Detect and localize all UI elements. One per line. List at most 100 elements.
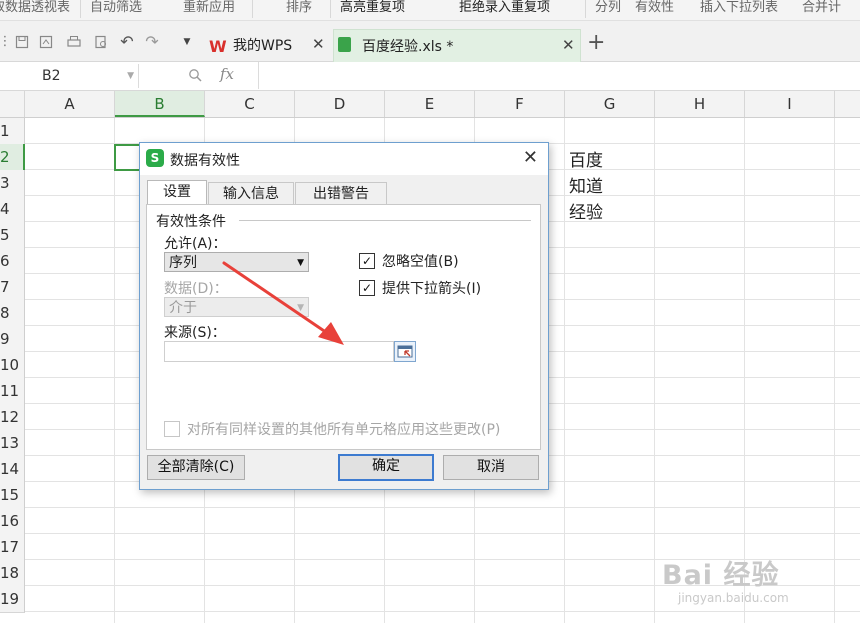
row-header-11[interactable]: 11 (0, 378, 25, 405)
close-icon[interactable]: ✕ (312, 35, 325, 53)
chevron-down-icon[interactable]: ▼ (180, 35, 194, 49)
chevron-down-icon: ▼ (297, 303, 304, 313)
row-header-12[interactable]: 12 (0, 404, 25, 431)
column-header-row: A B C D E F G H I (0, 91, 860, 118)
group-divider (239, 220, 531, 221)
row-header-3[interactable]: 3 (0, 170, 25, 197)
settings-panel: 有效性条件 允许(A)： 序列 ▼ 数据(D)： 介于 ▼ 来源(S)： ✓ 忽… (146, 204, 541, 450)
ignore-blank-label: 忽略空值(B) (382, 254, 459, 270)
row-header-15[interactable]: 15 (0, 482, 25, 509)
row-header-2[interactable]: 2 (0, 144, 25, 171)
row-header-18[interactable]: 18 (0, 560, 25, 587)
column-header-h[interactable]: H (655, 91, 745, 117)
ribbon-divider (330, 0, 331, 18)
ribbon-reapply[interactable]: 重新应用 (183, 0, 235, 15)
row-header-19[interactable]: 19 (0, 586, 25, 613)
row-header-6[interactable]: 6 (0, 248, 25, 275)
ribbon-sort[interactable]: 排序 (286, 0, 312, 15)
grid-line (654, 118, 655, 623)
row-header-1[interactable]: 1 (0, 118, 25, 145)
row-header-4[interactable]: 4 (0, 196, 25, 223)
tab-settings[interactable]: 设置 (147, 180, 207, 206)
ribbon-highlight-duplicates[interactable]: 高亮重复项 (340, 0, 405, 15)
row-header-9[interactable]: 9 (0, 326, 25, 353)
grid-line (744, 118, 745, 623)
row-header-7[interactable]: 7 (0, 274, 25, 301)
tab-baidu-xls[interactable]: 百度经验.xls * ✕ (333, 29, 581, 62)
close-icon[interactable]: ✕ (523, 147, 538, 168)
formula-input[interactable] (258, 62, 860, 89)
tab-error-alert[interactable]: 出错警告 (295, 182, 387, 205)
tab-label: 我的WPS (233, 38, 293, 54)
data-label: 数据(D)： (164, 281, 228, 297)
wps-logo-icon: W (209, 37, 227, 56)
save-icon[interactable] (15, 35, 29, 49)
menu-icon[interactable]: ⋮ (0, 35, 12, 49)
new-tab-icon[interactable]: + (587, 30, 605, 55)
ribbon-validation[interactable]: 有效性 (635, 0, 674, 15)
select-all-corner[interactable] (0, 91, 25, 117)
ribbon-divider (80, 0, 81, 18)
ribbon-toolbar: 取数据透视表 自动筛选 重新应用 排序 高亮重复项 拒绝录入重复项 分列 有效性… (0, 0, 860, 21)
data-validation-dialog: S 数据有效性 ✕ 设置 输入信息 出错警告 有效性条件 允许(A)： 序列 ▼… (139, 142, 549, 490)
print-icon[interactable] (67, 35, 81, 49)
row-header-17[interactable]: 17 (0, 534, 25, 561)
apply-all-checkbox[interactable] (164, 421, 180, 437)
function-icon[interactable]: fx (220, 65, 234, 83)
column-header-d[interactable]: D (295, 91, 385, 117)
close-icon[interactable]: ✕ (562, 36, 575, 54)
tab-my-wps[interactable]: W 我的WPS ✕ (204, 29, 328, 61)
dialog-titlebar[interactable]: S 数据有效性 ✕ (140, 143, 548, 175)
allow-select[interactable]: 序列 ▼ (164, 252, 309, 272)
column-header-c[interactable]: C (205, 91, 295, 117)
print-preview-icon[interactable] (94, 35, 108, 49)
export-icon[interactable] (39, 35, 53, 49)
ribbon-pivot-table[interactable]: 取数据透视表 (0, 0, 70, 15)
ribbon-insert-dropdown[interactable]: 插入下拉列表 (700, 0, 778, 15)
row-header-13[interactable]: 13 (0, 430, 25, 457)
range-picker-button[interactable] (394, 341, 416, 362)
row-header-10[interactable]: 10 (0, 352, 25, 379)
clear-all-button[interactable]: 全部清除(C) (147, 455, 245, 480)
ribbon-text-to-columns[interactable]: 分列 (595, 0, 621, 15)
column-header-f[interactable]: F (475, 91, 565, 117)
column-header-i[interactable]: I (745, 91, 835, 117)
validation-criteria-label: 有效性条件 (156, 214, 226, 230)
tab-input-message[interactable]: 输入信息 (208, 182, 294, 205)
chevron-down-icon: ▼ (297, 258, 304, 268)
tab-label: 百度经验.xls * (362, 39, 454, 55)
chevron-down-icon[interactable]: ▼ (127, 64, 134, 88)
ribbon-merge[interactable]: 合并计 (802, 0, 841, 15)
cell-g4[interactable]: 经验 (569, 198, 603, 223)
ribbon-auto-filter[interactable]: 自动筛选 (90, 0, 142, 15)
ignore-blank-checkbox[interactable]: ✓ (359, 253, 375, 269)
cell-g3[interactable]: 知道 (569, 172, 603, 197)
name-box[interactable]: B2 ▼ (0, 64, 139, 88)
cell-reference: B2 (42, 68, 61, 84)
source-input[interactable] (164, 341, 394, 362)
ribbon-divider (585, 0, 586, 18)
ribbon-reject-duplicates[interactable]: 拒绝录入重复项 (459, 0, 550, 15)
undo-icon[interactable]: ↶ (120, 34, 134, 50)
cell-g2[interactable]: 百度 (569, 146, 603, 171)
row-header-14[interactable]: 14 (0, 456, 25, 483)
in-cell-dropdown-checkbox[interactable]: ✓ (359, 280, 375, 296)
wps-spreadsheet-logo-icon: S (146, 149, 164, 167)
row-header-5[interactable]: 5 (0, 222, 25, 249)
zoom-icon[interactable] (188, 68, 202, 86)
cancel-button[interactable]: 取消 (443, 455, 539, 480)
ribbon-divider (252, 0, 253, 18)
column-header-g[interactable]: G (565, 91, 655, 117)
row-header-16[interactable]: 16 (0, 508, 25, 535)
data-select[interactable]: 介于 ▼ (164, 297, 309, 317)
column-header-a[interactable]: A (25, 91, 115, 117)
redo-icon[interactable]: ↷ (145, 34, 159, 50)
grid-line (564, 118, 565, 623)
column-header-b[interactable]: B (115, 91, 205, 117)
apply-all-label: 对所有同样设置的其他所有单元格应用这些更改(P) (187, 422, 501, 438)
row-header-8[interactable]: 8 (0, 300, 25, 327)
ok-button[interactable]: 确定 (338, 454, 434, 481)
tab-bar: ⋮ ↶ ↷ ▼ W 我的WPS ✕ 百度经验.xls * ✕ + (0, 21, 860, 62)
column-header-e[interactable]: E (385, 91, 475, 117)
grid-line (834, 118, 835, 623)
